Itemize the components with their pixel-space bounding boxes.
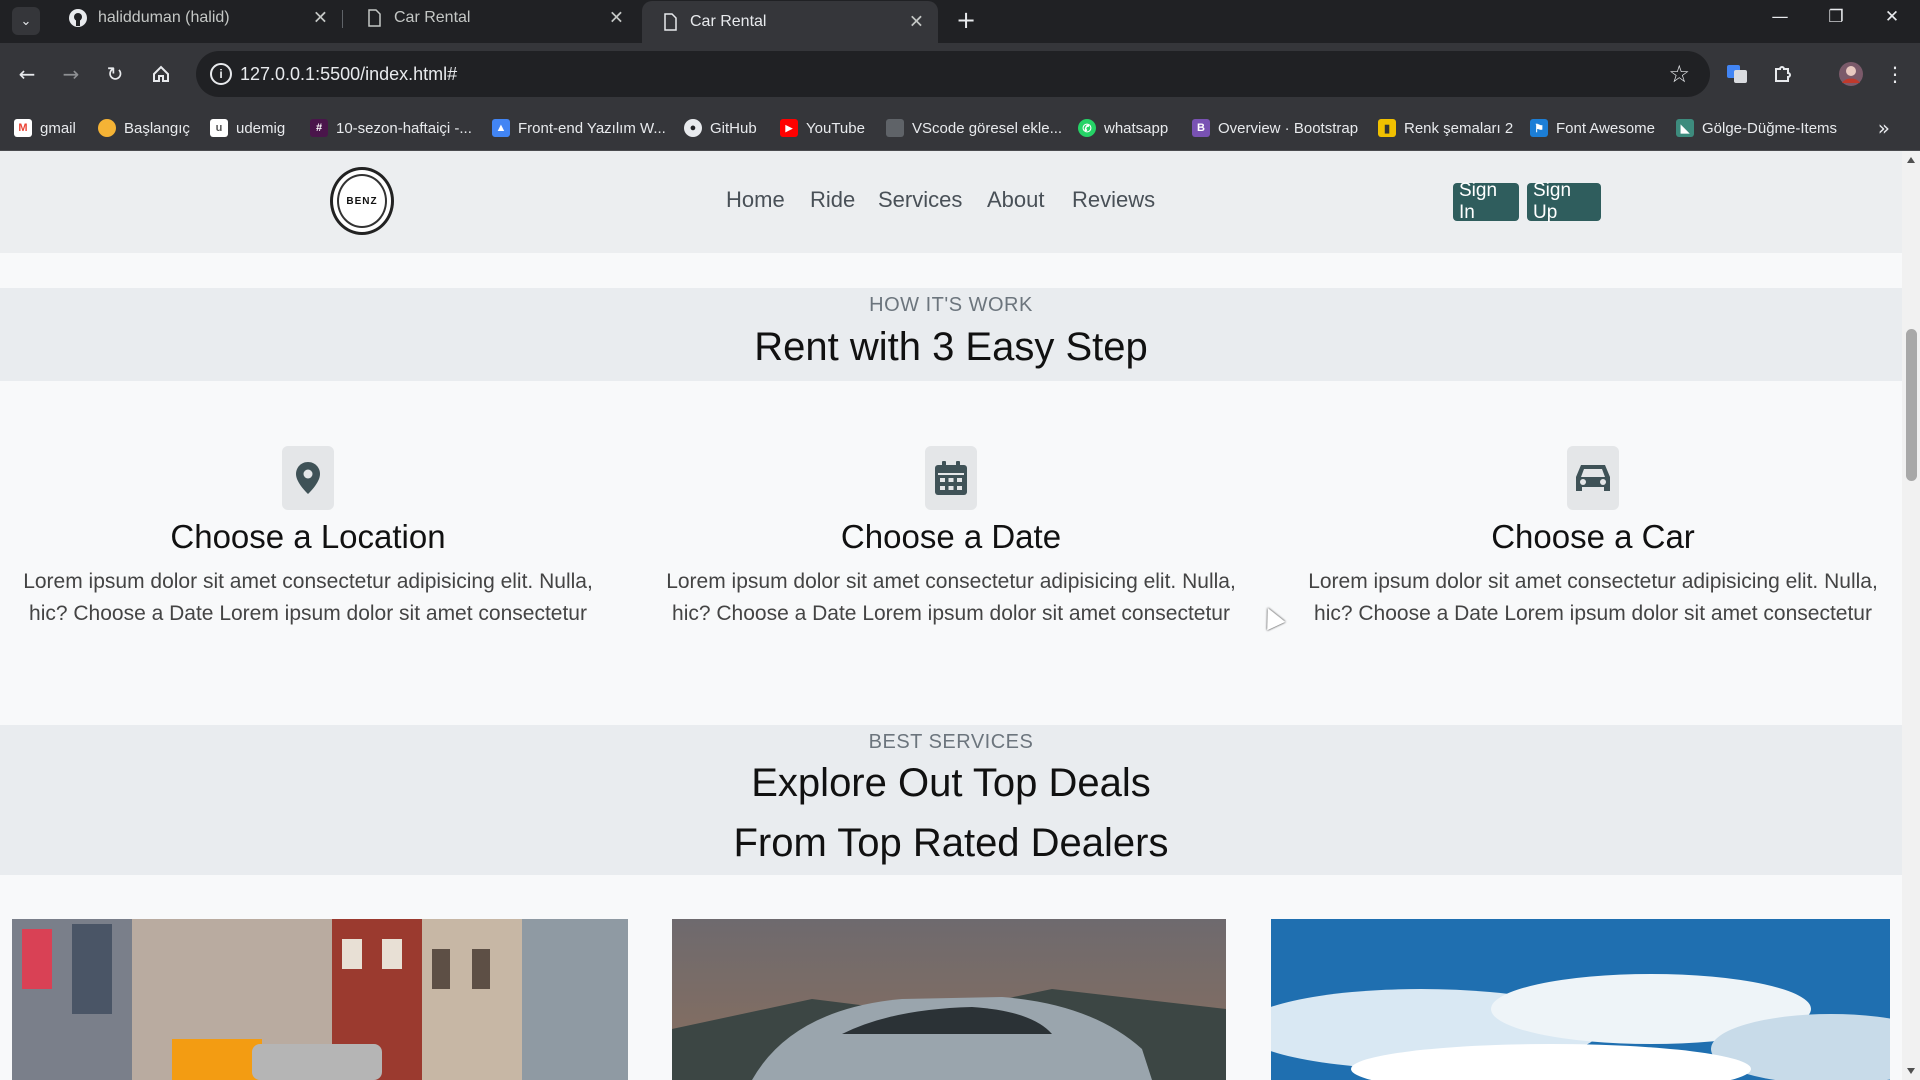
scrollbar-thumb[interactable] [1906,329,1917,481]
step-car: Choose a Car Lorem ipsum dolor sit amet … [1303,446,1883,630]
bookmark-gmail[interactable]: M gmail [14,116,76,140]
how-eyebrow: HOW IT'S WORK [869,294,1033,316]
github-icon: ● [684,119,702,137]
map-pin-icon [282,446,334,510]
close-tab-icon[interactable]: ✕ [909,12,924,33]
step-location: Choose a Location Lorem ipsum dolor sit … [18,446,598,630]
restore-button[interactable]: ❐ [1808,0,1864,34]
site-info-icon[interactable]: i [210,63,232,85]
tab-car-rental-1[interactable]: Car Rental ✕ [346,0,638,35]
site-navbar: BENZ Home Ride Services About Reviews Si… [0,151,1902,253]
services-title-line1: Explore Out Top Deals [751,761,1151,805]
nav-about[interactable]: About [987,187,1045,213]
slack-icon: # [310,119,328,137]
bookmark-bootstrap[interactable]: B Overview · Bootstrap [1192,116,1358,140]
step-text: Lorem ipsum dolor sit amet consectetur a… [666,570,1236,625]
new-tab-button[interactable]: + [950,4,982,36]
font-awesome-icon: ⚑ [1530,119,1548,137]
nav-reviews[interactable]: Reviews [1072,187,1155,213]
mouse-cursor [1258,603,1286,631]
deal-card-image-silver-car[interactable] [672,919,1226,1080]
step-date: Choose a Date Lorem ipsum dolor sit amet… [661,446,1241,630]
tab-car-rental-active[interactable]: Car Rental ✕ [642,1,938,43]
page-icon [364,8,384,28]
youtube-icon: ▶ [780,119,798,137]
back-button[interactable]: ← [10,57,44,91]
bookmark-star-icon[interactable]: ☆ [1668,60,1690,88]
gmail-icon: M [14,119,32,137]
logo-text: BENZ [337,174,387,228]
tab-github[interactable]: halidduman (halid) ✕ [50,0,343,35]
services-title-line2: From Top Rated Dealers [733,821,1169,865]
bookmark-golge[interactable]: ◣ Gölge-Düğme-Items [1676,116,1837,140]
reload-button[interactable]: ↻ [98,57,132,91]
home-icon [153,65,169,82]
calendar-icon [925,446,977,510]
whatsapp-icon: ✆ [1078,119,1096,137]
bookmark-whatsapp[interactable]: ✆ whatsapp [1078,116,1168,140]
minimize-button[interactable]: — [1752,0,1808,34]
close-tab-icon[interactable]: ✕ [313,7,328,28]
site-logo[interactable]: BENZ [330,167,394,235]
bookmark-udemig[interactable]: u udemig [210,116,285,140]
scroll-down-icon[interactable] [1907,1068,1915,1074]
nav-ride[interactable]: Ride [810,187,855,213]
bootstrap-icon: B [1192,119,1210,137]
nav-services[interactable]: Services [878,187,962,213]
github-icon [68,8,88,28]
page-icon [660,12,680,32]
url-text[interactable]: 127.0.0.1:5500/index.html# [240,64,457,85]
forward-button[interactable]: → [54,57,88,91]
address-bar[interactable]: i 127.0.0.1:5500/index.html# ☆ [196,51,1710,97]
bookmark-github[interactable]: ● GitHub [684,116,757,140]
close-window-button[interactable]: ✕ [1864,0,1920,34]
scroll-up-icon[interactable] [1907,157,1915,163]
car-icon [1567,446,1619,510]
bookmark-vscode[interactable]: VScode göresel ekle... [886,116,1062,140]
step-title: Choose a Car [1491,518,1695,555]
translate-icon[interactable] [1722,59,1752,89]
browser-tab-bar: ⌄ halidduman (halid) ✕ Car Rental ✕ Car … [0,0,1920,43]
more-bookmarks-icon[interactable]: » [1878,116,1890,140]
bookmark-slack[interactable]: # 10-sezon-haftaiçi -... [310,116,472,140]
sign-up-button[interactable]: Sign Up [1527,180,1601,223]
tab-title: halidduman (halid) [98,8,230,26]
sign-in-button[interactable]: Sign In [1453,180,1519,223]
home-button[interactable] [144,57,178,91]
deal-card-image-street[interactable] [12,919,628,1080]
how-title: Rent with 3 Easy Step [754,325,1148,369]
deal-card-image-sky[interactable] [1271,919,1890,1080]
browser-menu-icon[interactable]: ⋮ [1880,59,1910,89]
bookmark-renk[interactable]: ▮ Renk şemaları 2 [1378,116,1513,140]
udemig-icon: u [210,119,228,137]
services-eyebrow: BEST SERVICES [868,731,1034,753]
classroom-icon: ▲ [492,119,510,137]
tab-title: Car Rental [394,8,471,26]
page-viewport: BENZ Home Ride Services About Reviews Si… [0,151,1902,1080]
bookmarks-bar: M gmail Başlangıç u udemig # 10-sezon-ha… [0,106,1920,151]
palette-icon: ▮ [1378,119,1396,137]
start-icon [98,119,116,137]
step-title: Choose a Date [840,518,1062,555]
page-scrollbar[interactable] [1902,151,1920,1080]
bookmark-youtube[interactable]: ▶ YouTube [780,116,865,140]
nav-home[interactable]: Home [726,187,785,213]
tab-title: Car Rental [690,13,767,30]
bookmark-font-awesome[interactable]: ⚑ Font Awesome [1530,116,1655,140]
close-tab-icon[interactable]: ✕ [609,7,624,28]
profile-avatar[interactable] [1836,59,1866,89]
step-text: Lorem ipsum dolor sit amet consectetur a… [23,570,593,625]
step-title: Choose a Location [170,518,446,555]
bookmark-frontend[interactable]: ▲ Front-end Yazılım W... [492,116,666,140]
tab-search-button[interactable]: ⌄ [12,7,40,35]
shadow-icon: ◣ [1676,119,1694,137]
vscode-icon [886,119,904,137]
browser-toolbar: ← → ↻ i 127.0.0.1:5500/index.html# ☆ ⋮ [0,43,1920,106]
extensions-icon[interactable] [1768,59,1798,89]
step-text: Lorem ipsum dolor sit amet consectetur a… [1308,570,1878,625]
bookmark-baslangic[interactable]: Başlangıç [98,116,190,140]
